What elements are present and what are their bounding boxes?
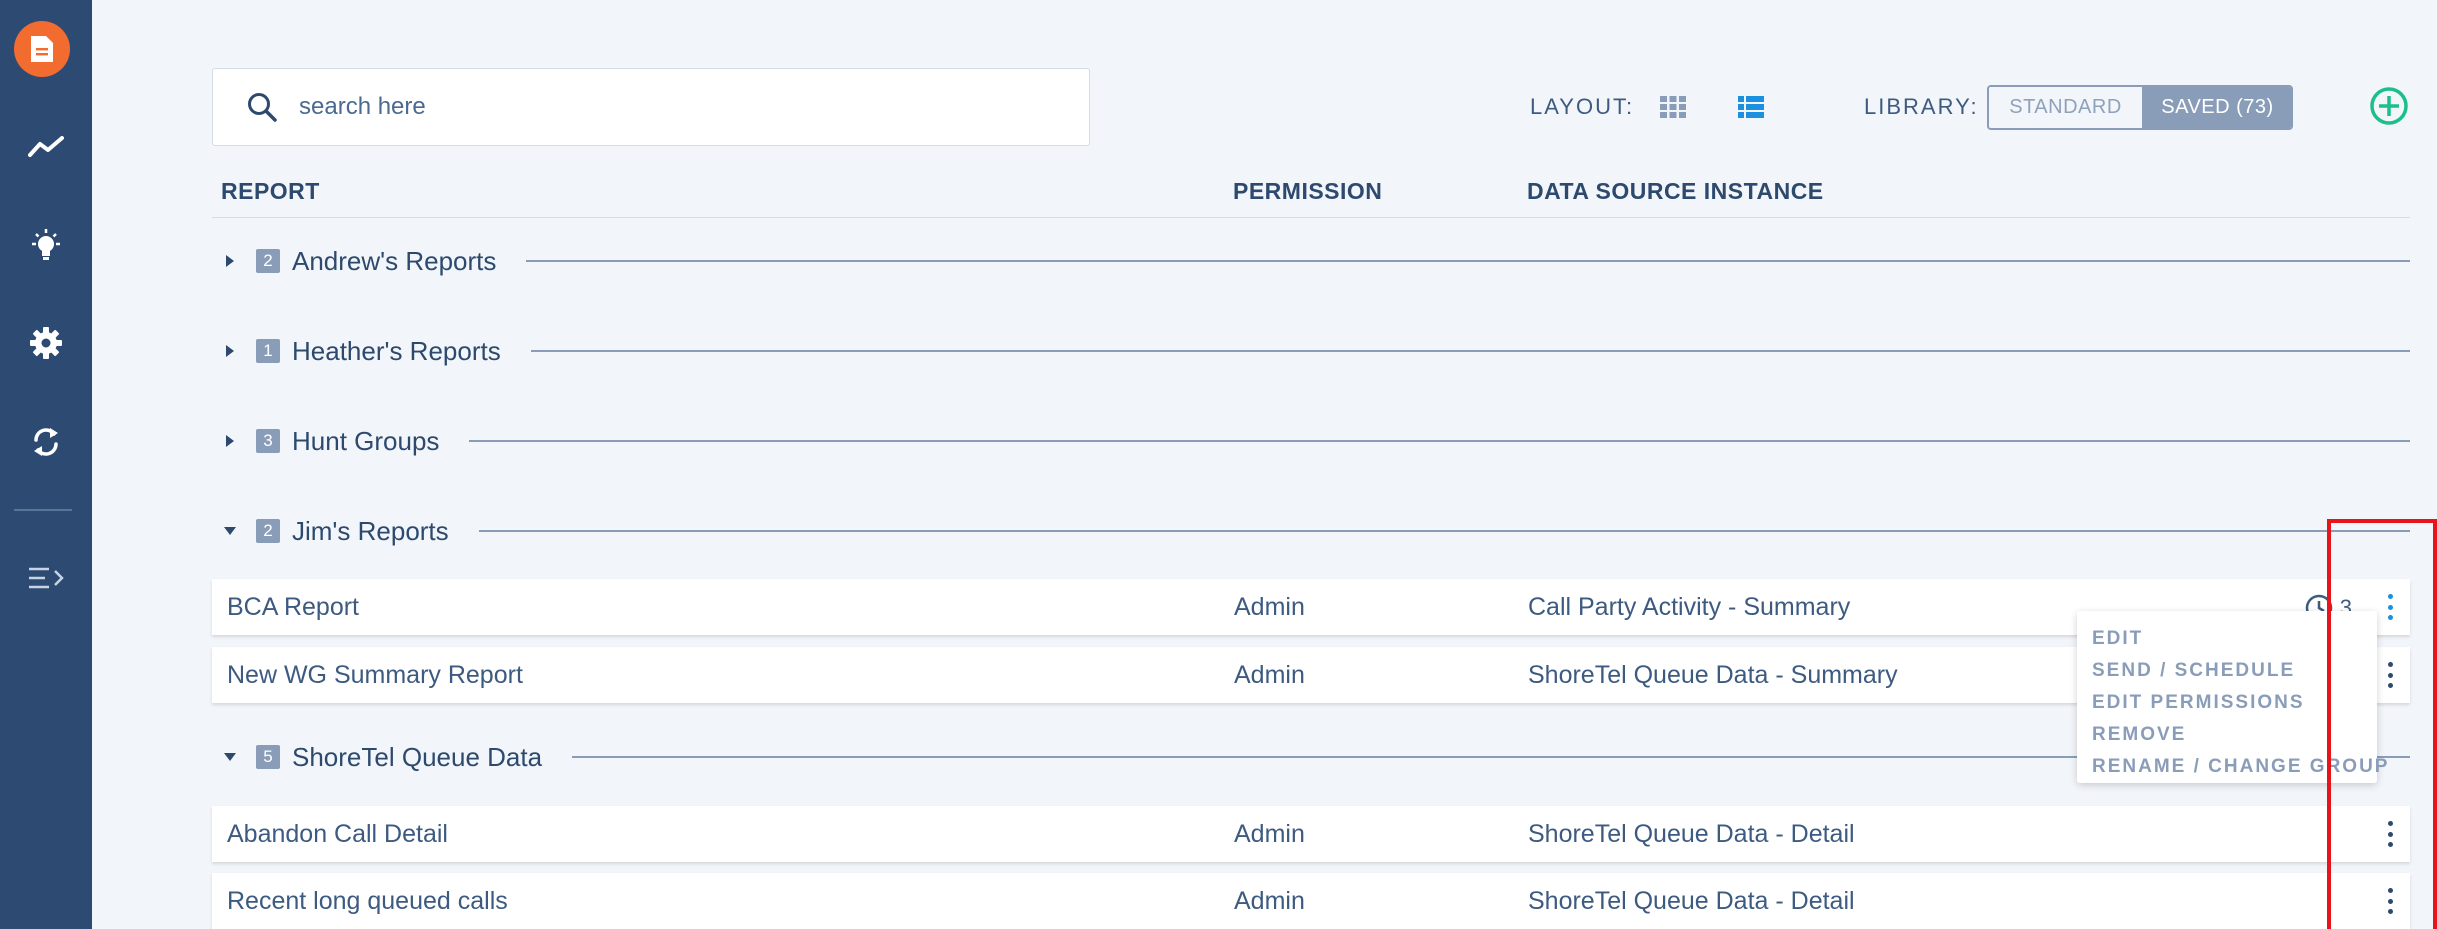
trend-icon <box>28 136 64 157</box>
sidebar-item-sync[interactable] <box>0 412 92 472</box>
table-row[interactable]: Abandon Call Detail Admin ShoreTel Queue… <box>212 806 2410 862</box>
column-header-permission[interactable]: PERMISSION <box>1233 178 1382 205</box>
group-divider <box>478 530 2410 532</box>
group-title: Andrew's Reports <box>292 245 497 276</box>
search-icon <box>248 93 277 122</box>
report-permission: Admin <box>1234 660 1305 689</box>
group-divider <box>469 440 2410 442</box>
expand-arrow-icon[interactable] <box>220 431 240 451</box>
group-jims-reports[interactable]: 2 Jim's Reports <box>212 511 2410 551</box>
column-header-report[interactable]: REPORT <box>221 178 320 205</box>
table-row[interactable]: Recent long queued calls Admin ShoreTel … <box>212 873 2410 929</box>
group-hunt-groups[interactable]: 3 Hunt Groups <box>212 421 2410 461</box>
add-report-button[interactable] <box>2369 86 2409 126</box>
expand-arrow-icon[interactable] <box>220 341 240 361</box>
group-heathers-reports[interactable]: 1 Heather's Reports <box>212 331 2410 371</box>
report-name[interactable]: New WG Summary Report <box>227 647 523 703</box>
group-title: Jim's Reports <box>292 515 449 546</box>
report-permission: Admin <box>1234 592 1305 621</box>
header-divider <box>212 217 2410 218</box>
sidebar-item-settings[interactable] <box>0 313 92 373</box>
group-title: Hunt Groups <box>292 425 440 456</box>
search-input[interactable] <box>299 93 999 121</box>
report-name[interactable]: Abandon Call Detail <box>227 806 448 862</box>
grid-layout-button[interactable] <box>1658 92 1688 122</box>
collapse-arrow-icon[interactable] <box>220 521 240 541</box>
group-count-badge: 2 <box>256 249 280 273</box>
search-box <box>212 68 1090 146</box>
list-layout-button[interactable] <box>1736 92 1766 122</box>
group-count-badge: 1 <box>256 339 280 363</box>
group-title: ShoreTel Queue Data <box>292 741 543 772</box>
list-icon <box>1738 96 1764 118</box>
expand-arrow-icon[interactable] <box>220 251 240 271</box>
report-source: ShoreTel Queue Data - Detail <box>1528 886 1855 915</box>
report-name[interactable]: Recent long queued calls <box>227 873 508 929</box>
report-source: ShoreTel Queue Data - Summary <box>1528 660 1898 689</box>
gear-icon <box>30 327 62 359</box>
grid-icon <box>1660 96 1686 118</box>
sidebar-divider <box>14 509 72 511</box>
sync-icon <box>34 428 58 456</box>
group-andrews-reports[interactable]: 2 Andrew's Reports <box>212 241 2410 281</box>
sidebar <box>0 0 92 929</box>
lightbulb-icon <box>32 229 60 260</box>
sidebar-expand-button[interactable] <box>0 548 92 608</box>
collapse-arrow-icon[interactable] <box>220 747 240 767</box>
report-source: ShoreTel Queue Data - Detail <box>1528 819 1855 848</box>
report-name[interactable]: BCA Report <box>227 579 359 635</box>
standard-library-button[interactable]: STANDARD <box>1989 87 2142 128</box>
group-title: Heather's Reports <box>292 335 501 366</box>
highlight-box <box>2327 519 2437 929</box>
report-permission: Admin <box>1234 886 1305 915</box>
group-count-badge: 2 <box>256 519 280 543</box>
report-icon <box>31 36 53 62</box>
group-divider <box>526 260 2410 262</box>
reports-logo-button[interactable] <box>14 21 70 77</box>
sidebar-item-insights[interactable] <box>0 216 92 276</box>
column-header-source[interactable]: DATA SOURCE INSTANCE <box>1527 178 1824 205</box>
report-source: Call Party Activity - Summary <box>1528 592 1851 621</box>
group-count-badge: 3 <box>256 429 280 453</box>
saved-library-button[interactable]: SAVED (73) <box>2142 87 2291 128</box>
library-label: LIBRARY: <box>1864 94 1979 119</box>
library-toggle: STANDARD SAVED (73) <box>1987 85 2293 130</box>
group-count-badge: 5 <box>256 745 280 769</box>
expand-menu-icon <box>29 567 64 589</box>
sidebar-item-trends[interactable] <box>0 117 92 177</box>
report-permission: Admin <box>1234 819 1305 848</box>
group-divider <box>530 350 2410 352</box>
layout-label: LAYOUT: <box>1530 94 1635 119</box>
